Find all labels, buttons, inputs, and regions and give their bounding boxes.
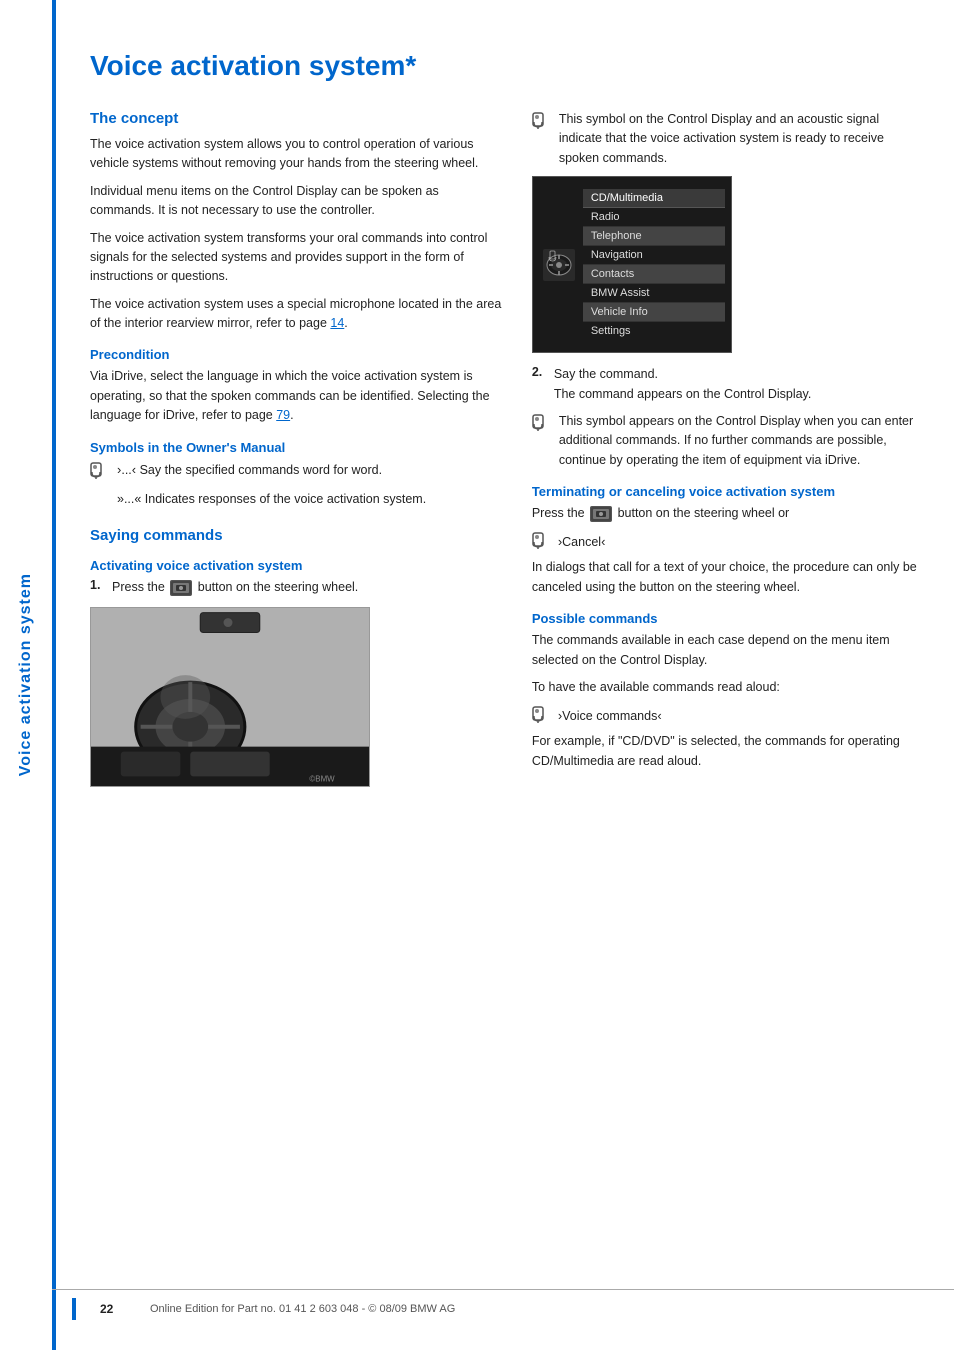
symbols-text-2: »...« Indicates responses of the voice a…	[117, 490, 426, 509]
step-1-content: Press the button on the steering wheel.	[112, 578, 502, 597]
right-symbol-note-2-text: This symbol appears on the Control Displ…	[559, 412, 924, 470]
main-content: Voice activation system* The concept The…	[70, 0, 954, 839]
menu-item-contacts: Contacts	[583, 265, 725, 284]
right-symbol-note-1: This symbol on the Control Display and a…	[532, 110, 924, 168]
terminating-text-2: In dialogs that call for a text of your …	[532, 558, 924, 597]
saying-commands-heading: Saying commands	[90, 527, 502, 544]
mic-symbol-right-2-icon	[532, 413, 554, 434]
menu-item-vehicleinfo: Vehicle Info	[583, 303, 725, 322]
menu-item-radio: Radio	[583, 208, 725, 227]
voice-commands-text: ›Voice commands‹	[558, 708, 662, 723]
sidebar: Voice activation system	[0, 0, 52, 1350]
menu-item-settings: Settings	[583, 322, 725, 340]
menu-item-cdmultimedia: CD/Multimedia	[583, 189, 725, 208]
two-column-layout: The concept The voice activation system …	[90, 110, 924, 799]
symbols-heading: Symbols in the Owner's Manual	[90, 440, 502, 455]
possible-commands-text-2: To have the available commands read alou…	[532, 678, 924, 697]
possible-commands-text-1: The commands available in each case depe…	[532, 631, 924, 670]
menu-item-bmwassist: BMW Assist	[583, 284, 725, 303]
footer-divider	[52, 1289, 954, 1290]
mic-symbol-right-icon	[532, 111, 554, 132]
terminating-heading: Terminating or canceling voice activatio…	[532, 484, 924, 499]
concept-para-1: The voice activation system allows you t…	[90, 135, 502, 174]
terminating-text-1: Press the button on the steering wheel o…	[532, 504, 924, 523]
menu-item-telephone: Telephone	[583, 227, 725, 246]
right-column: This symbol on the Control Display and a…	[532, 110, 924, 799]
voice-commands-row: ›Voice commands‹	[532, 705, 924, 726]
step-2: 2. Say the command. The command appears …	[532, 365, 924, 404]
symbols-row-1: ›...‹ Say the specified commands word fo…	[90, 460, 502, 482]
footer-text: Online Edition for Part no. 01 41 2 603 …	[150, 1303, 455, 1315]
step-2-number: 2.	[532, 365, 548, 379]
right-symbol-note-1-text: This symbol on the Control Display and a…	[559, 110, 924, 168]
svg-text:©BMW: ©BMW	[309, 775, 335, 784]
control-display-menu: CD/Multimedia Radio Telephone Navigation…	[532, 176, 732, 353]
car-interior-image: ©BMW	[90, 607, 370, 787]
precondition-text: Via iDrive, select the language in which…	[90, 367, 502, 425]
symbols-text-1: ›...‹ Say the specified commands word fo…	[117, 460, 382, 480]
steering-wheel-button-icon-2	[590, 506, 612, 522]
precondition-heading: Precondition	[90, 347, 502, 362]
step-2-content: Say the command. The command appears on …	[554, 365, 924, 404]
page-number: 22	[100, 1302, 130, 1316]
right-symbol-note-2: This symbol appears on the Control Displ…	[532, 412, 924, 470]
concept-heading: The concept	[90, 110, 502, 127]
step-1: 1. Press the button on the steering whee…	[90, 578, 502, 597]
page-title: Voice activation system*	[90, 50, 924, 82]
activating-heading: Activating voice activation system	[90, 558, 502, 573]
step-1-number: 1.	[90, 578, 106, 592]
sidebar-label: Voice activation system	[17, 573, 35, 776]
concept-para-2: Individual menu items on the Control Dis…	[90, 182, 502, 221]
footer: 22 Online Edition for Part no. 01 41 2 6…	[52, 1298, 954, 1320]
steering-wheel-button-icon	[170, 580, 192, 596]
symbols-row-2: »...« Indicates responses of the voice a…	[90, 490, 502, 509]
menu-item-navigation: Navigation	[583, 246, 725, 265]
concept-para-4: The voice activation system uses a speci…	[90, 295, 502, 334]
footer-accent-bar	[72, 1298, 76, 1320]
mic-cancel-icon	[532, 531, 554, 552]
mic-symbol-icon	[90, 461, 112, 482]
left-column: The concept The voice activation system …	[90, 110, 502, 799]
cancel-command-row: ›Cancel‹	[532, 531, 924, 552]
possible-commands-heading: Possible commands	[532, 611, 924, 626]
cancel-command-text: ›Cancel‹	[558, 534, 606, 549]
possible-commands-text-3: For example, if "CD/DVD" is selected, th…	[532, 732, 924, 771]
sidebar-border-accent	[52, 0, 56, 1350]
concept-para-3: The voice activation system transforms y…	[90, 229, 502, 287]
mic-voice-commands-icon	[532, 705, 554, 726]
